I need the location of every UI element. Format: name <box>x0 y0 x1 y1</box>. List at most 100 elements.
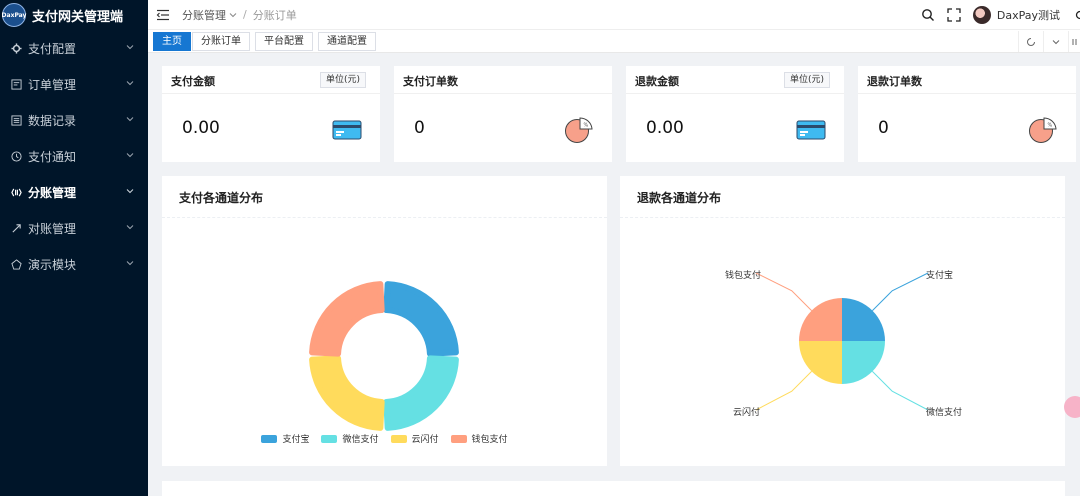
stat-title: 支付订单数 <box>403 75 458 88</box>
pie-icon: % <box>1029 117 1057 143</box>
legend-label: 云闪付 <box>411 435 439 445</box>
chevron-down-icon <box>126 225 134 230</box>
legend-item-alipay[interactable]: 支付宝 <box>261 432 309 445</box>
fullscreen-icon[interactable] <box>947 8 961 22</box>
sidebar-item-order[interactable]: 订单管理 <box>0 66 148 102</box>
tab-home[interactable]: 主页 <box>153 32 191 51</box>
divider <box>858 93 1076 94</box>
floating-assistant-button[interactable] <box>1064 396 1080 418</box>
stat-card-refund-count: 退款订单数 0 % <box>858 66 1076 162</box>
refund-channel-chart-card: 退款各通道分布 支付宝 微信支付 云闪付 钱包支付 <box>620 176 1065 466</box>
card-icon <box>796 120 826 140</box>
sidebar-item-label: 支付通知 <box>28 149 77 164</box>
chevron-down-icon <box>126 117 134 122</box>
legend-swatch <box>390 434 407 443</box>
refresh-icon[interactable] <box>1018 31 1042 52</box>
chart-legend: 支付宝 微信支付 云闪付 钱包支付 <box>162 432 607 445</box>
stat-card-pay-count: 支付订单数 0 % <box>394 66 612 162</box>
tab-split-order[interactable]: 分账订单 <box>192 32 250 51</box>
record-icon <box>10 114 22 126</box>
pie-leader-line-3 <box>755 272 812 311</box>
sidebar-item-label: 对账管理 <box>28 221 77 236</box>
stat-card-refund-amount: 退款金额 单位(元) 0.00 <box>626 66 844 162</box>
settings-icon[interactable] <box>1074 9 1080 21</box>
menu-fold-icon[interactable] <box>156 8 170 22</box>
tab-channel-config[interactable]: 通道配置 <box>318 32 376 51</box>
tab-platform-config[interactable]: 平台配置 <box>255 32 313 51</box>
pie-icon: % <box>565 117 593 143</box>
pie-leader-line-2 <box>755 371 812 411</box>
donut-slice-1[interactable] <box>383 355 459 431</box>
chevron-down-icon <box>126 153 134 158</box>
brand[interactable]: DaxPay 支付网关管理端 <box>0 0 148 30</box>
chevron-down-icon[interactable] <box>1043 31 1067 52</box>
demo-icon <box>10 258 22 270</box>
chevron-down-icon <box>229 12 237 17</box>
stat-value: 0 <box>414 118 425 138</box>
sidebar-item-label: 分账管理 <box>28 185 77 200</box>
search-icon[interactable] <box>921 8 935 22</box>
pie-label-wallet: 钱包支付 <box>725 271 762 281</box>
legend-label: 微信支付 <box>342 435 379 445</box>
donut-slice-0[interactable] <box>383 281 459 357</box>
unit-button[interactable]: 单位(元) <box>319 72 366 88</box>
pay-channel-chart-card: 支付各通道分布 支付宝 微信支付 云闪付 钱包支付 <box>162 176 607 466</box>
legend-item-union[interactable]: 云闪付 <box>390 432 439 445</box>
stat-value: 0.00 <box>646 118 684 138</box>
chevron-down-icon <box>126 189 134 194</box>
breadcrumb-item[interactable]: 分账管理 <box>182 7 226 23</box>
stat-title: 支付金额 <box>171 75 215 88</box>
divider <box>394 93 612 94</box>
pie-leader-line-1 <box>872 371 929 411</box>
chevron-down-icon <box>126 45 134 50</box>
sidebar-item-split[interactable]: 分账管理 <box>0 174 148 210</box>
pay-donut-chart <box>309 281 459 431</box>
divider <box>162 93 380 94</box>
split-icon <box>10 186 22 198</box>
sidebar-item-reconcile[interactable]: 对账管理 <box>0 210 148 246</box>
pie-label-alipay: 支付宝 <box>926 271 954 281</box>
more-icon[interactable] <box>1068 31 1080 52</box>
breadcrumb-separator: / <box>243 8 247 21</box>
chevron-down-icon <box>126 81 134 86</box>
bottom-card <box>162 481 1065 496</box>
svg-text:%: % <box>1048 123 1053 129</box>
sidebar-item-records[interactable]: 数据记录 <box>0 102 148 138</box>
gear-icon <box>10 42 22 54</box>
card-icon <box>332 120 362 140</box>
legend-label: 钱包支付 <box>471 435 508 445</box>
donut-slice-2[interactable] <box>309 355 385 431</box>
stat-title: 退款金额 <box>635 75 679 88</box>
avatar[interactable] <box>972 6 991 24</box>
legend-item-wallet[interactable]: 钱包支付 <box>450 432 508 445</box>
sidebar-item-notice[interactable]: 支付通知 <box>0 138 148 174</box>
legend-swatch <box>261 434 278 443</box>
stat-card-pay-amount: 支付金额 单位(元) 0.00 <box>162 66 380 162</box>
legend-swatch <box>321 434 338 443</box>
notice-icon <box>10 150 22 162</box>
sidebar: DaxPay 支付网关管理端 支付配置 订单管理 数据记录 支付通知 分账管理 … <box>0 0 148 496</box>
sidebar-item-label: 演示模块 <box>28 257 77 272</box>
stat-value: 0.00 <box>182 118 220 138</box>
sidebar-item-pay-config[interactable]: 支付配置 <box>0 30 148 66</box>
top-header: 分账管理 / 分账订单 DaxPay测试 <box>148 0 1080 30</box>
sidebar-item-demo[interactable]: 演示模块 <box>0 246 148 282</box>
stat-title: 退款订单数 <box>867 75 922 88</box>
legend-label: 支付宝 <box>282 435 310 445</box>
sidebar-menu: 支付配置 订单管理 数据记录 支付通知 分账管理 对账管理 演示模块 <box>0 30 148 282</box>
tab-bar: 主页 分账订单 平台配置 通道配置 <box>148 30 1080 53</box>
reconcile-icon <box>10 222 22 234</box>
pie-label-union: 云闪付 <box>733 408 761 418</box>
divider <box>626 93 844 94</box>
stat-value: 0 <box>878 118 889 138</box>
svg-text:%: % <box>584 123 589 129</box>
header-actions: DaxPay测试 <box>921 0 1080 30</box>
donut-slice-3[interactable] <box>309 281 385 357</box>
pie-label-wechat: 微信支付 <box>926 408 963 418</box>
sidebar-item-label: 支付配置 <box>28 41 77 56</box>
refund-pie-chart <box>755 272 929 411</box>
legend-item-wechat[interactable]: 微信支付 <box>321 432 379 445</box>
unit-button[interactable]: 单位(元) <box>783 72 830 88</box>
user-name[interactable]: DaxPay测试 <box>997 7 1060 23</box>
logo-icon: DaxPay <box>2 3 26 27</box>
